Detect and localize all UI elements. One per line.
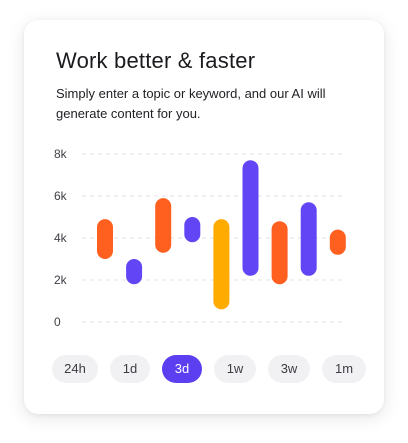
range-bar [329, 229, 346, 255]
y-tick-label: 0 [54, 315, 61, 329]
time-range-filters: 24h 1d 3d 1w 3w 1m [52, 355, 366, 383]
range-bar [300, 202, 317, 276]
filter-1w[interactable]: 1w [214, 355, 256, 383]
y-tick-label: 4k [54, 231, 68, 245]
range-bar [271, 221, 288, 285]
range-bar [97, 219, 113, 259]
range-bar [155, 198, 172, 253]
y-tick-label: 6k [54, 189, 68, 203]
range-bar [242, 160, 259, 276]
filter-3w[interactable]: 3w [268, 355, 310, 383]
y-tick-label: 2k [54, 273, 68, 287]
filter-1m[interactable]: 1m [322, 355, 366, 383]
card: Work better & faster Simply enter a topi… [24, 20, 384, 414]
filter-3d[interactable]: 3d [162, 355, 202, 383]
filter-24h[interactable]: 24h [52, 355, 98, 383]
range-bar-chart: 0 2k 4k 6k 8k [54, 147, 346, 329]
filter-1d[interactable]: 1d [110, 355, 150, 383]
range-bar [213, 219, 230, 310]
y-tick-label: 8k [54, 147, 68, 161]
range-bar [126, 259, 143, 285]
range-bar [184, 217, 201, 243]
